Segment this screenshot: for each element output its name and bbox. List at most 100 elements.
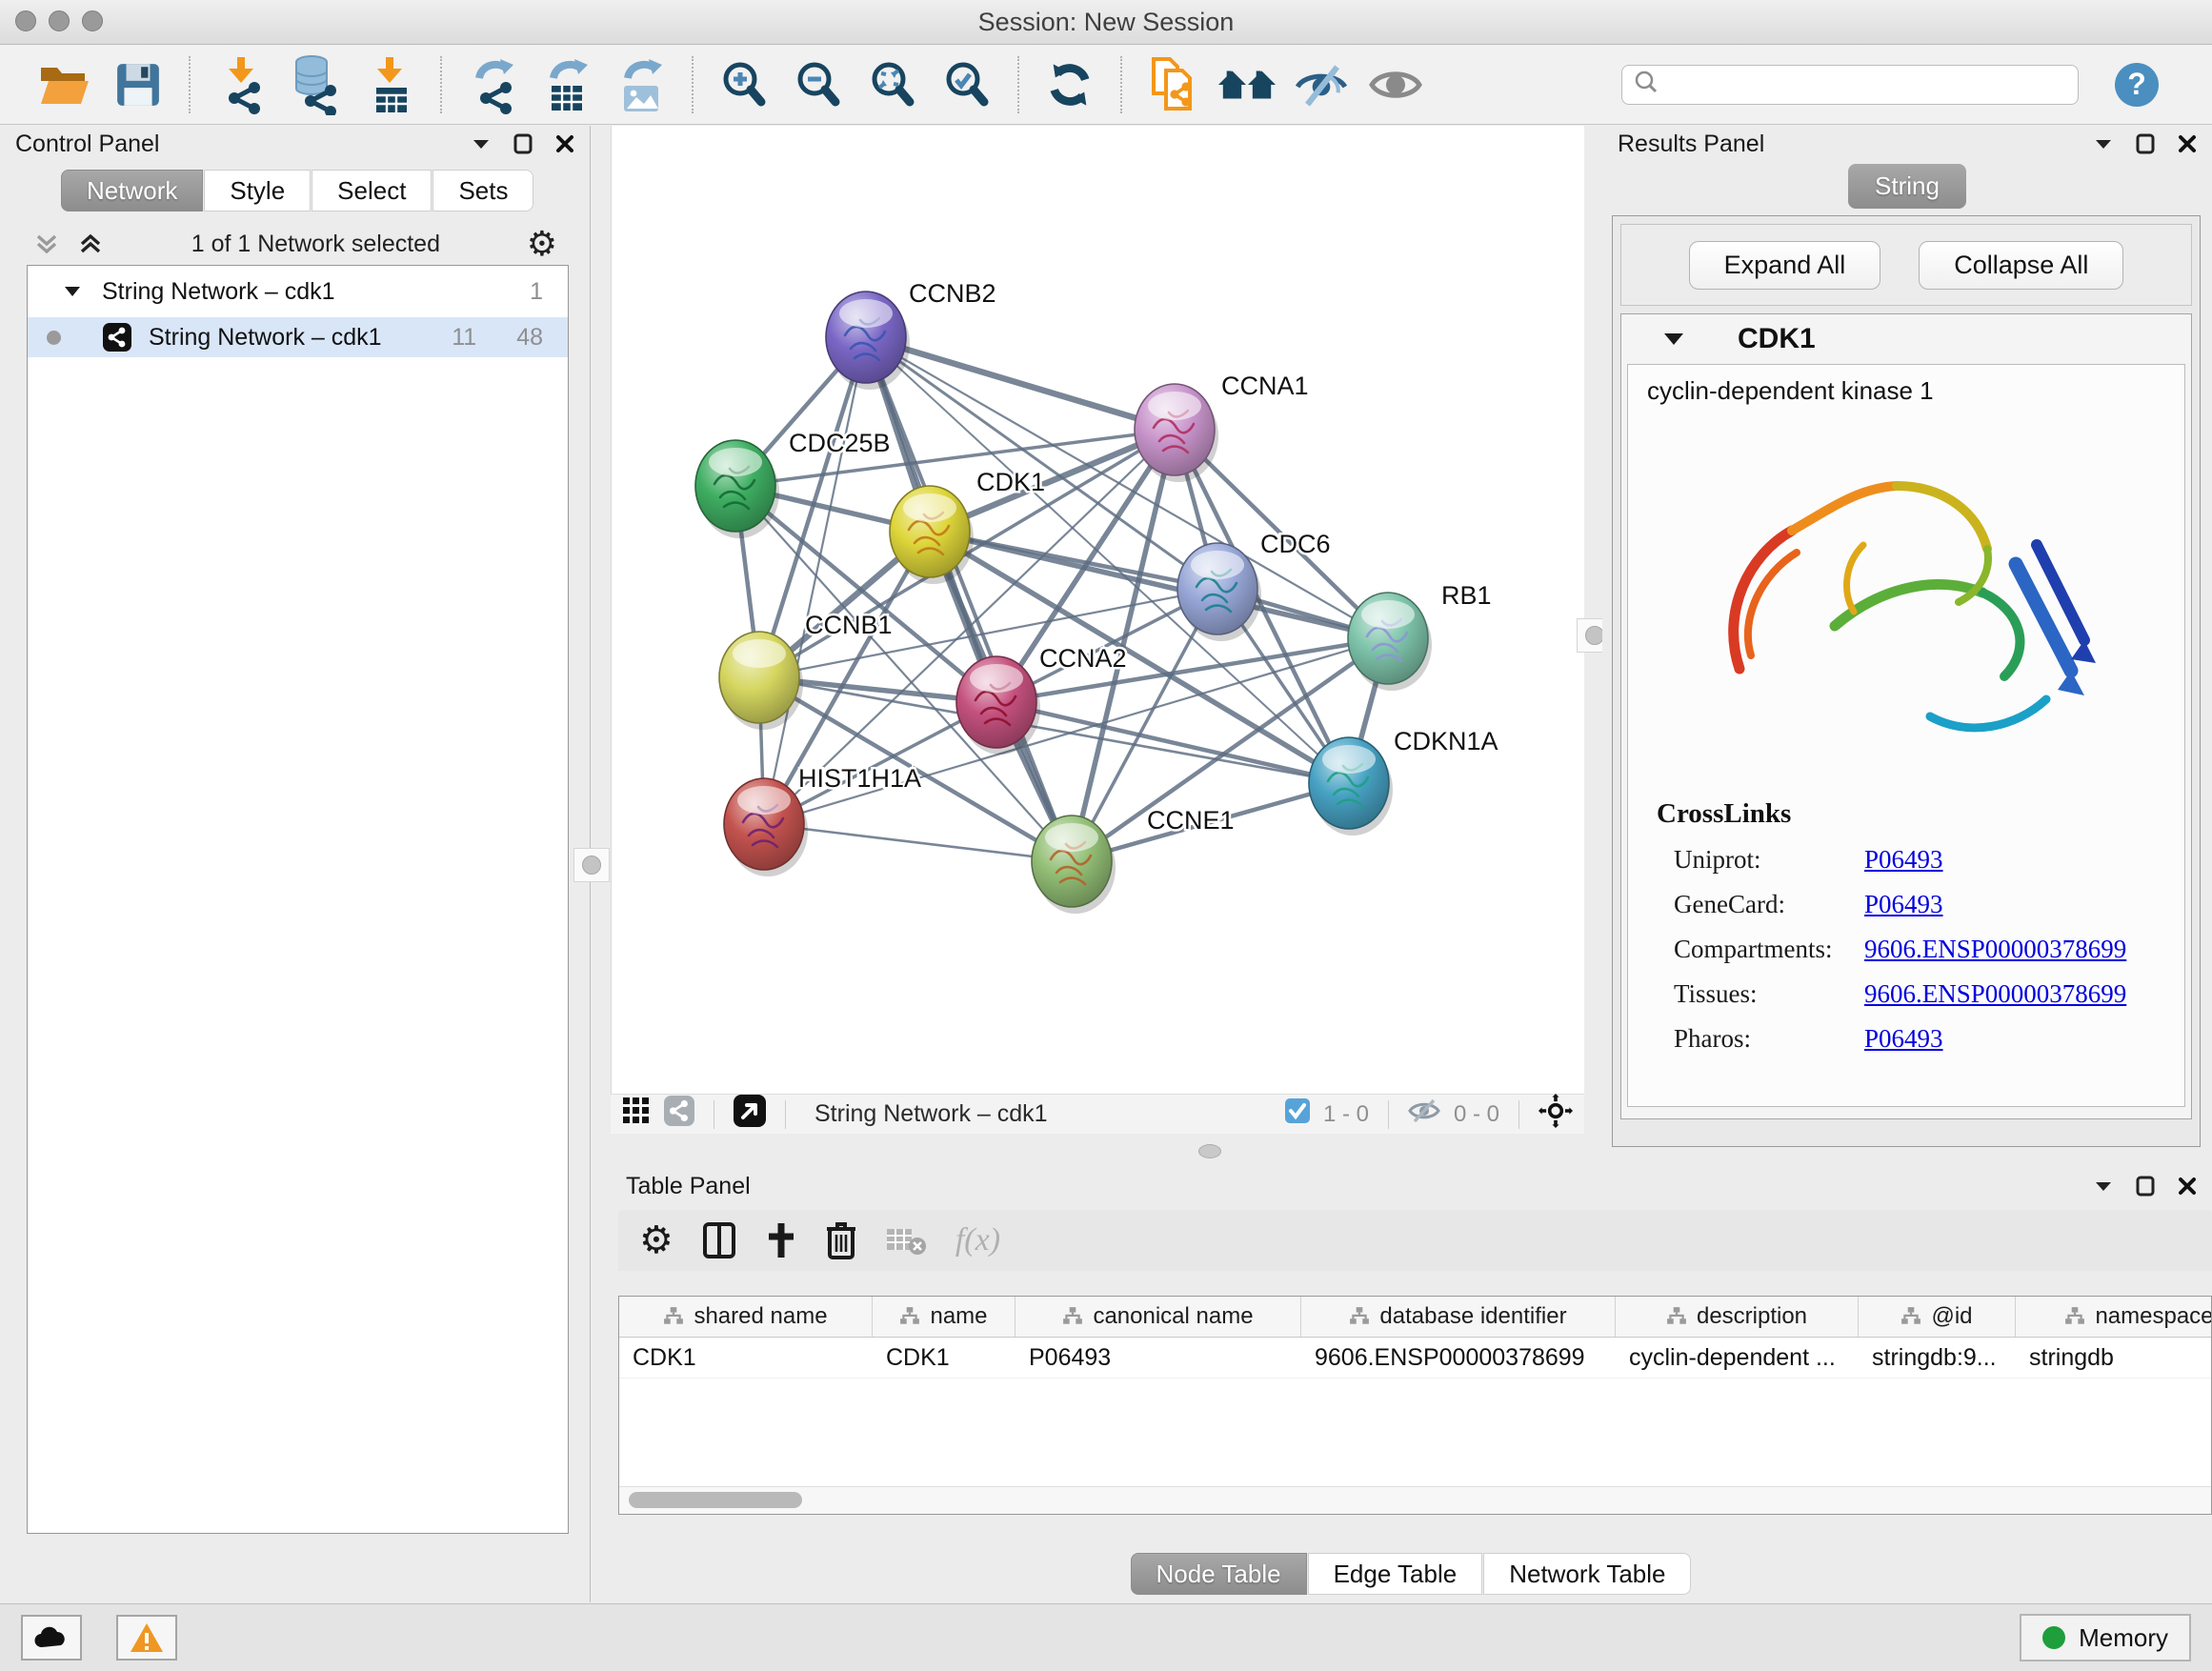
panel-menu-icon[interactable] [2094, 137, 2113, 151]
network-node-CCNB2[interactable]: CCNB2 [826, 279, 996, 390]
tab-select[interactable]: Select [312, 170, 432, 211]
protein-name: CDK1 [1738, 323, 1816, 355]
close-window-button[interactable] [15, 10, 36, 31]
tab-network-table[interactable]: Network Table [1483, 1553, 1691, 1595]
column-header-namespace[interactable]: namespace [2016, 1297, 2212, 1337]
crosslink-link[interactable]: P06493 [1864, 890, 1943, 919]
network-node-CDKN1A[interactable]: CDKN1A [1309, 727, 1498, 836]
float-panel-icon[interactable] [513, 133, 533, 154]
zoom-window-button[interactable] [82, 10, 103, 31]
birds-eye-view-icon[interactable] [734, 1095, 766, 1134]
column-header-description[interactable]: description [1616, 1297, 1859, 1337]
help-button[interactable]: ? [2115, 63, 2159, 107]
close-panel-icon[interactable] [2178, 134, 2197, 153]
tab-node-table[interactable]: Node Table [1131, 1553, 1307, 1595]
gear-icon[interactable]: ⚙ [639, 1221, 674, 1259]
table-row[interactable]: CDK1CDK1P064939606.ENSP00000378699cyclin… [619, 1338, 2211, 1379]
network-node-CDC25B[interactable]: CDC25B [695, 429, 891, 538]
network-edge[interactable] [996, 702, 1349, 783]
crosslink-label: Tissues: [1674, 979, 1864, 1009]
collapse-all-button[interactable]: Collapse All [1919, 241, 2123, 290]
network-canvas[interactable]: CCNB2CCNA1CDC25BCDK1CDC6RB1CCNB1CCNA2CDK… [611, 126, 1584, 1094]
network-node-RB1[interactable]: RB1 [1348, 581, 1492, 691]
column-header-@id[interactable]: @id [1859, 1297, 2016, 1337]
network-row[interactable]: String Network – cdk1 11 48 [28, 317, 568, 357]
node-label: RB1 [1441, 581, 1492, 610]
float-panel-icon[interactable] [2136, 133, 2155, 154]
column-header-name[interactable]: name [873, 1297, 1016, 1337]
search-input[interactable] [1668, 70, 2066, 99]
search-box[interactable] [1621, 65, 2079, 105]
crosslink-link[interactable]: P06493 [1864, 845, 1943, 875]
network-node-HIST1H1A[interactable]: HIST1H1A [724, 764, 921, 876]
tab-edge-table[interactable]: Edge Table [1308, 1553, 1483, 1595]
export-network-button[interactable] [463, 55, 522, 114]
column-header-shared-name[interactable]: shared name [619, 1297, 873, 1337]
panel-menu-icon[interactable] [472, 137, 491, 151]
table-horizontal-scrollbar[interactable] [619, 1486, 2211, 1514]
network-edge[interactable] [866, 337, 1175, 430]
show-grid-icon[interactable] [622, 1097, 651, 1132]
panel-menu-icon[interactable] [2094, 1179, 2113, 1193]
entry-disclosure-icon[interactable] [1663, 332, 1684, 347]
trash-icon[interactable] [826, 1221, 856, 1259]
network-node-CCNE1[interactable]: CCNE1 [1032, 806, 1235, 914]
network-collection-row[interactable]: String Network – cdk1 1 [28, 266, 568, 312]
network-edge[interactable] [764, 824, 1072, 861]
network-view-share-icon[interactable] [664, 1096, 694, 1133]
network-node-CDC6[interactable]: CDC6 [1177, 530, 1331, 641]
import-network-button[interactable] [211, 55, 271, 114]
columns-icon[interactable] [702, 1221, 736, 1259]
tab-style[interactable]: Style [204, 170, 311, 211]
left-splitter-handle[interactable] [573, 848, 610, 882]
show-all-button[interactable] [1366, 55, 1425, 114]
add-icon[interactable] [765, 1221, 797, 1259]
clone-network-button[interactable] [1143, 55, 1202, 114]
crosslink-link[interactable]: 9606.ENSP00000378699 [1864, 935, 2126, 964]
network-edge[interactable] [866, 337, 1388, 638]
column-header-canonical-name[interactable]: canonical name [1016, 1297, 1301, 1337]
open-session-button[interactable] [34, 55, 93, 114]
warning-button[interactable] [116, 1615, 177, 1661]
collapse-all-icon[interactable] [32, 230, 61, 258]
hide-selected-button[interactable] [1292, 55, 1351, 114]
import-table-button[interactable] [360, 55, 419, 114]
tab-network[interactable]: Network [61, 170, 203, 211]
expand-all-button[interactable]: Expand All [1689, 241, 1881, 290]
import-database-button[interactable] [286, 55, 345, 114]
crosslink-link[interactable]: 9606.ENSP00000378699 [1864, 979, 2126, 1009]
fit-selected-crosshair-icon[interactable] [1538, 1094, 1573, 1135]
zoom-in-button[interactable] [714, 55, 774, 114]
save-session-button[interactable] [109, 55, 168, 114]
zoom-selected-button[interactable] [937, 55, 996, 114]
minimize-window-button[interactable] [49, 10, 70, 31]
zoom-out-button[interactable] [789, 55, 848, 114]
refresh-button[interactable] [1040, 55, 1099, 114]
tab-string[interactable]: String [1848, 164, 1966, 209]
float-panel-icon[interactable] [2136, 1176, 2155, 1197]
tab-sets[interactable]: Sets [432, 170, 533, 211]
network-node-CCNB1[interactable]: CCNB1 [719, 611, 893, 730]
selected-checkbox-icon[interactable] [1285, 1098, 1310, 1130]
network-node-CCNA1[interactable]: CCNA1 [1135, 372, 1309, 482]
zoom-fit-button[interactable] [863, 55, 922, 114]
horizontal-splitter-handle[interactable] [1198, 1144, 1221, 1158]
memory-button[interactable]: Memory [2020, 1614, 2191, 1661]
close-panel-icon[interactable] [555, 134, 574, 153]
crosslink-link[interactable]: P06493 [1864, 1024, 1943, 1054]
home-button[interactable] [1217, 55, 1277, 114]
cloud-button[interactable] [21, 1615, 82, 1661]
export-image-button[interactable] [612, 55, 671, 114]
network-options-gear-icon[interactable]: ⚙ [527, 227, 557, 261]
status-bar: Memory [0, 1603, 2212, 1671]
column-header-database-identifier[interactable]: database identifier [1301, 1297, 1616, 1337]
close-panel-icon[interactable] [2178, 1177, 2197, 1196]
scrollbar-thumb[interactable] [629, 1492, 802, 1508]
protein-entry-header[interactable]: CDK1 [1621, 314, 2191, 364]
expand-all-icon[interactable] [76, 230, 105, 258]
hidden-eye-icon[interactable] [1408, 1098, 1440, 1130]
collection-disclosure-icon[interactable] [64, 285, 81, 298]
main-toolbar: ? [0, 45, 2212, 125]
export-table-button[interactable] [537, 55, 596, 114]
node-label: CCNA1 [1221, 372, 1309, 400]
